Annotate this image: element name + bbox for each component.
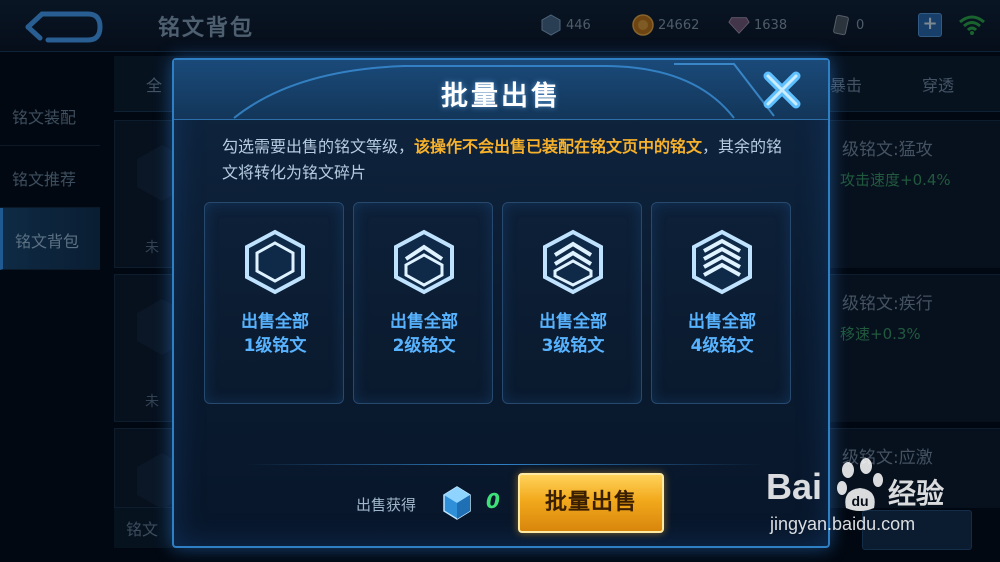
crystal-icon bbox=[443, 486, 471, 520]
close-icon bbox=[763, 71, 801, 109]
rune-level-4-icon bbox=[692, 229, 752, 295]
footer-divider bbox=[244, 464, 764, 465]
sell-level-4-card[interactable]: 出售全部 4级铭文 bbox=[651, 202, 791, 404]
watermark-logo: Bai du 经验 bbox=[766, 458, 976, 518]
dialog-header: 批量出售 bbox=[174, 60, 828, 120]
sell-level-3-card[interactable]: 出售全部 3级铭文 bbox=[502, 202, 642, 404]
svg-text:du: du bbox=[851, 493, 868, 509]
warning-text: 该操作不会出售已装配在铭文页中的铭文 bbox=[414, 137, 703, 156]
rune-level-3-icon bbox=[543, 229, 603, 295]
paw-logo-icon: du bbox=[837, 458, 883, 511]
earn-value: 0 bbox=[486, 489, 500, 513]
earn-label: 出售获得 bbox=[356, 496, 417, 514]
sell-level-2-card[interactable]: 出售全部 2级铭文 bbox=[353, 202, 493, 404]
dialog-description: 勾选需要出售的铭文等级，该操作不会出售已装配在铭文页中的铭文，其余的铭文将转化为… bbox=[222, 137, 783, 182]
rune-level-1-icon bbox=[245, 229, 305, 295]
sell-level-1-card[interactable]: 出售全部 1级铭文 bbox=[204, 202, 344, 404]
dialog-title: 批量出售 bbox=[441, 81, 561, 112]
watermark-url: jingyan.baidu.com bbox=[770, 514, 916, 534]
baidu-jingyan-watermark: Bai du 经验 jingyan.baidu.com bbox=[766, 458, 976, 548]
batch-sell-dialog: 批量出售 勾选需要出售的铭文等级，该操作不会出售已装配在铭文页中的铭文，其余的铭… bbox=[172, 58, 830, 548]
rune-level-2-icon bbox=[394, 229, 454, 295]
close-button[interactable] bbox=[758, 66, 806, 114]
batch-sell-button[interactable]: 批量出售 bbox=[518, 473, 664, 533]
